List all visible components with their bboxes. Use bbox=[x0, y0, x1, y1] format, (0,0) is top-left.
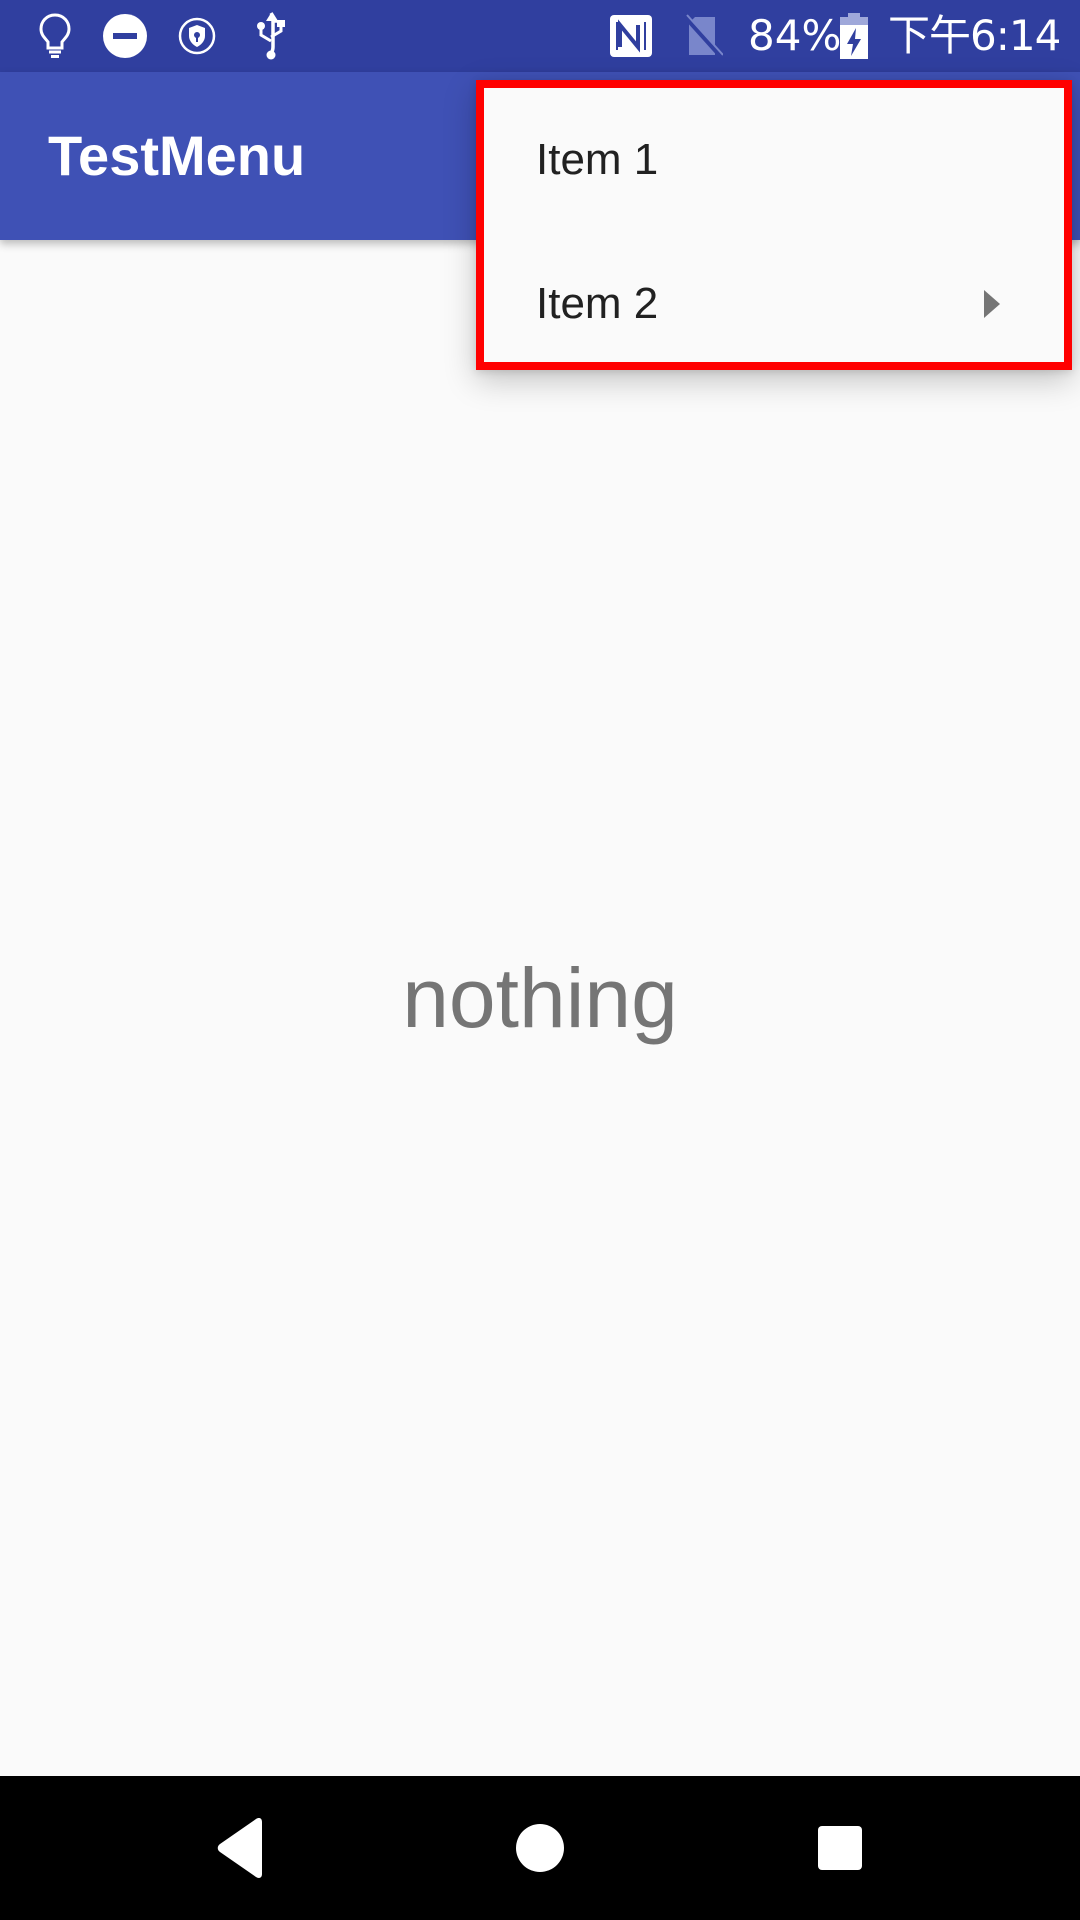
home-button[interactable] bbox=[460, 1776, 620, 1920]
navigation-bar bbox=[0, 1776, 1080, 1920]
vpn-shield-icon bbox=[172, 0, 222, 72]
menu-item-1[interactable]: Item 1 bbox=[484, 88, 1064, 232]
overflow-menu: Item 1 Item 2 bbox=[476, 80, 1072, 370]
lightbulb-icon bbox=[30, 0, 80, 72]
recents-button[interactable] bbox=[760, 1776, 920, 1920]
menu-item-label: Item 1 bbox=[536, 135, 659, 184]
menu-item-2[interactable]: Item 2 bbox=[484, 232, 1064, 376]
battery-percent: 84% bbox=[748, 11, 842, 60]
nfc-icon bbox=[606, 0, 656, 72]
menu-item-label: Item 2 bbox=[536, 279, 659, 328]
status-bar: 84% 下午6:14 bbox=[0, 0, 1080, 72]
back-button[interactable] bbox=[160, 1776, 320, 1920]
content-text: nothing bbox=[402, 951, 678, 1045]
battery-charging-icon bbox=[836, 0, 872, 72]
app-title: TestMenu bbox=[48, 124, 306, 187]
back-icon bbox=[217, 1818, 262, 1878]
home-icon bbox=[516, 1824, 564, 1872]
usb-icon bbox=[246, 0, 296, 72]
submenu-arrow-icon bbox=[984, 290, 1000, 318]
recents-icon bbox=[818, 1826, 862, 1870]
clock: 下午6:14 bbox=[888, 11, 1061, 60]
no-sim-icon bbox=[678, 0, 728, 72]
do-not-disturb-icon bbox=[100, 0, 150, 72]
